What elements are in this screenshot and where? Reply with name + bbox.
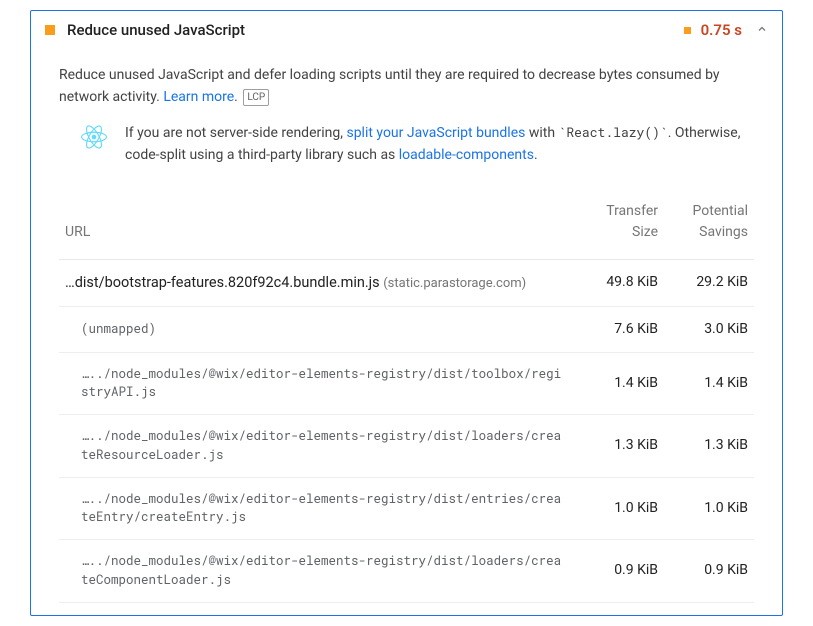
cell-path: …../node_modules/@wix/editor-elements-re… (59, 540, 574, 603)
cell-path: …../node_modules/@wix/editor-elements-re… (59, 415, 574, 478)
audit-description: Reduce unused JavaScript and defer loadi… (31, 55, 782, 116)
cell-potential-savings: 1.3 KiB (664, 415, 754, 478)
cell-transfer-size: 1.4 KiB (574, 352, 664, 415)
table-row: …../node_modules/@wix/editor-elements-re… (59, 352, 754, 415)
cell-path: …../node_modules/@wix/editor-elements-re… (59, 352, 574, 415)
split-bundles-link[interactable]: split your JavaScript bundles (346, 125, 525, 141)
col-transfer-size: Transfer Size (574, 191, 664, 260)
cell-transfer-size: 49.8 KiB (574, 259, 664, 306)
audit-card: Reduce unused JavaScript 0.75 s Reduce u… (30, 10, 783, 616)
learn-more-link[interactable]: Learn more (163, 89, 234, 105)
audit-header[interactable]: Reduce unused JavaScript 0.75 s (31, 11, 782, 49)
cell-path: …dist/bootstrap-features.820f92c4.bundle… (59, 259, 574, 306)
cell-transfer-size: 7.6 KiB (574, 306, 664, 352)
severity-marker-icon (684, 27, 691, 34)
table-row: …../node_modules/@wix/editor-elements-re… (59, 415, 754, 478)
stackpack-text: If you are not server-side rendering, (125, 125, 346, 141)
table-row: …dist/bootstrap-features.820f92c4.bundle… (59, 259, 754, 306)
chevron-up-icon[interactable] (756, 22, 768, 38)
col-potential-savings: Potential Savings (664, 191, 754, 260)
table-row: …../node_modules/@wix/editor-elements-re… (59, 540, 754, 603)
audit-display-value: 0.75 s (701, 21, 742, 39)
description-text: Reduce unused JavaScript and defer loadi… (59, 67, 719, 105)
cell-potential-savings: 1.4 KiB (664, 352, 754, 415)
react-icon (81, 124, 107, 158)
cell-potential-savings: 1.0 KiB (664, 477, 754, 540)
opportunities-table: URL Transfer Size Potential Savings …dis… (59, 191, 754, 603)
lcp-badge: LCP (243, 89, 269, 107)
loadable-components-link[interactable]: loadable-components (399, 147, 534, 163)
col-url: URL (59, 191, 574, 260)
stack-pack-react: If you are not server-side rendering, sp… (31, 116, 782, 178)
cell-transfer-size: 0.9 KiB (574, 540, 664, 603)
cell-path: (unmapped) (59, 306, 574, 352)
stack-pack-text: If you are not server-side rendering, sp… (125, 122, 754, 166)
audit-title: Reduce unused JavaScript (67, 21, 245, 39)
table-row: (unmapped)7.6 KiB3.0 KiB (59, 306, 754, 352)
cell-transfer-size: 1.3 KiB (574, 415, 664, 478)
cell-transfer-size: 1.0 KiB (574, 477, 664, 540)
audit-body: Reduce unused JavaScript and defer loadi… (31, 49, 782, 615)
react-lazy-code: `React.lazy()` (559, 123, 668, 141)
table-wrapper: URL Transfer Size Potential Savings …dis… (31, 179, 782, 615)
severity-marker-icon (45, 25, 55, 35)
cell-potential-savings: 29.2 KiB (664, 259, 754, 306)
cell-potential-savings: 0.9 KiB (664, 540, 754, 603)
table-row: …../node_modules/@wix/editor-elements-re… (59, 477, 754, 540)
cell-path: …../node_modules/@wix/editor-elements-re… (59, 477, 574, 540)
cell-potential-savings: 3.0 KiB (664, 306, 754, 352)
